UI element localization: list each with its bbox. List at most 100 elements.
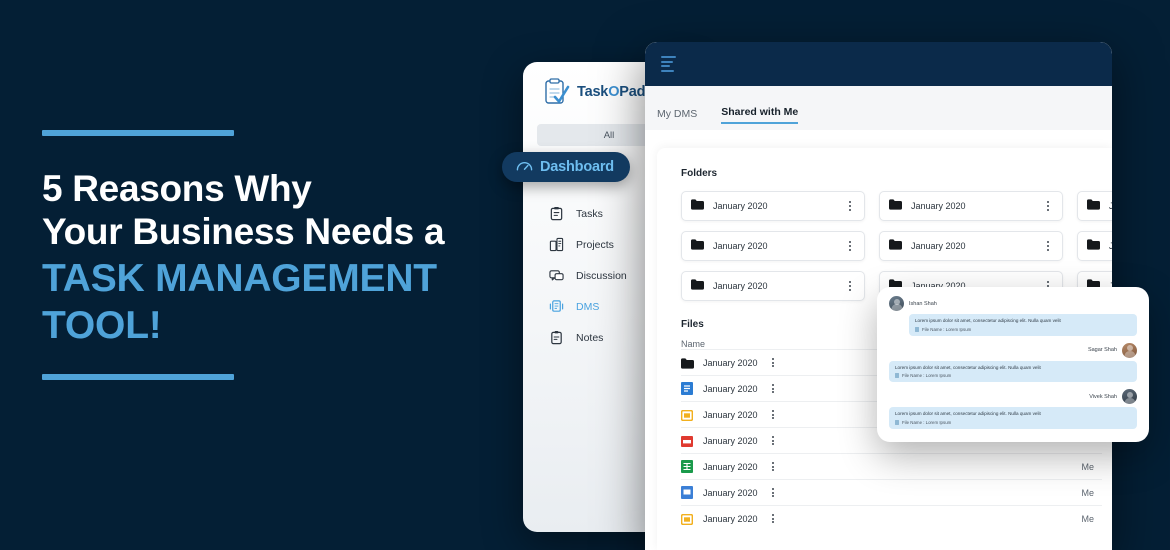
folder-menu-button[interactable]: [845, 241, 855, 251]
file-name: January 2020: [703, 357, 758, 368]
accent-rule-bottom: [42, 374, 234, 381]
chat-message-header: Sagar Shah: [889, 342, 1137, 358]
clipboard-icon: [549, 206, 564, 221]
chat-message-text: Lorem ipsum dolor sit amet, consectetur …: [915, 318, 1061, 323]
file-row[interactable]: January 2020 Me: [681, 453, 1102, 479]
file-menu-button[interactable]: [768, 487, 778, 498]
tab-my-dms[interactable]: My DMS: [657, 108, 697, 124]
logo-name: TaskOPad: [577, 84, 646, 100]
headline-line-1: 5 Reasons Why: [42, 168, 312, 209]
chat-message: Sagar Shah Lorem ipsum dolor sit amet, c…: [889, 342, 1137, 383]
chat-attachment-label: File Name : Lorem Ipsum: [922, 326, 972, 332]
headline-accent-2: TOOL!: [42, 304, 162, 348]
document-icon: [895, 419, 899, 425]
folder-yellow-icon: [680, 408, 694, 422]
folder-icon: [889, 197, 902, 215]
folder-icon: [889, 237, 902, 255]
dashboard-label: Dashboard: [540, 159, 614, 175]
chat-attachment-label: File Name : Lorem Ipsum: [902, 419, 952, 425]
file-name: January 2020: [703, 487, 758, 498]
chat-message-text: Lorem ipsum dolor sit amet, consectetur …: [895, 364, 1041, 370]
folder-icon: [1087, 237, 1100, 255]
chat-bubble: Lorem ipsum dolor sit amet, consectetur …: [889, 407, 1137, 429]
folder-menu-button[interactable]: [845, 281, 855, 291]
avatar-icon: [889, 296, 904, 311]
folder-card[interactable]: January 2020: [879, 191, 1063, 221]
folder-menu-button[interactable]: [1043, 241, 1053, 251]
tab-shared-with-me[interactable]: Shared with Me: [721, 106, 799, 124]
headline-accent-1: TASK MANAGEMENT: [42, 256, 437, 300]
document-icon: [895, 373, 899, 379]
document-icon: [915, 326, 919, 332]
folder-icon: [691, 237, 704, 255]
folder-icon: [1087, 197, 1100, 215]
folder-card[interactable]: January 2020: [681, 271, 865, 301]
avatar-icon: [1122, 342, 1137, 358]
folder-card[interactable]: January 2020: [879, 231, 1063, 261]
sidebar-item-label: Projects: [576, 238, 614, 251]
chat-attachment-label: File Name : Lorem Ipsum: [902, 373, 952, 379]
folder-icon: [691, 197, 704, 215]
file-menu-button[interactable]: [768, 357, 778, 368]
chat-attachment[interactable]: File Name : Lorem Ipsum: [915, 326, 1131, 332]
chat-attachment[interactable]: File Name : Lorem Ipsum: [895, 373, 1131, 379]
folder-name: January 2020: [713, 201, 768, 211]
folder-card[interactable]: January 2020: [1077, 191, 1112, 221]
chat-sender-name: Sagar Shah: [1087, 347, 1117, 354]
chat-message: Vivek Shah Lorem ipsum dolor sit amet, c…: [889, 389, 1137, 429]
file-name: January 2020: [703, 435, 758, 446]
file-menu-button[interactable]: [768, 409, 778, 420]
folder-menu-button[interactable]: [845, 201, 855, 211]
file-name: January 2020: [703, 461, 758, 472]
sidebar-item-label: Discussion: [576, 269, 627, 282]
sidebar-item-label: Tasks: [576, 207, 603, 220]
folder-name: January 2020: [713, 241, 768, 251]
tab-bar: My DMS Shared with Me: [645, 86, 1112, 130]
discussion-icon: [549, 268, 564, 283]
chat-overlay-card: Ishan Shah Lorem ipsum dolor sit amet, c…: [877, 287, 1149, 442]
file-menu-button[interactable]: [768, 435, 778, 446]
promo-text-block: 5 Reasons Why Your Business Needs a TASK…: [42, 130, 522, 381]
avatar-icon: [1122, 389, 1137, 405]
notes-icon: [549, 330, 564, 345]
folders-title: Folders: [681, 168, 718, 179]
chat-bubble: Lorem ipsum dolor sit amet, consectetur …: [889, 360, 1137, 383]
sidebar-item-label: Notes: [576, 331, 604, 344]
presentation-icon: [681, 486, 694, 499]
chat-message: Ishan Shah Lorem ipsum dolor sit amet, c…: [889, 296, 1137, 336]
accent-rule-top: [42, 130, 234, 136]
file-menu-button[interactable]: [768, 513, 778, 524]
file-owner: Me: [1081, 487, 1094, 498]
file-menu-button[interactable]: [768, 383, 778, 394]
chat-message-header: Ishan Shah: [889, 296, 1137, 311]
folder-icon: [681, 356, 694, 369]
file-name: January 2020: [703, 513, 758, 524]
file-menu-button[interactable]: [768, 461, 778, 472]
folder-card[interactable]: January 2020: [681, 191, 865, 221]
folder-card[interactable]: January 2020: [681, 231, 865, 261]
sidebar-item-dashboard[interactable]: Dashboard: [502, 152, 630, 182]
document-icon: [681, 382, 694, 395]
chat-message-header: Vivek Shah: [889, 389, 1137, 405]
dms-icon: [549, 299, 564, 314]
file-row[interactable]: January 2020 Me: [681, 479, 1102, 505]
chat-attachment[interactable]: File Name : Lorem Ipsum: [895, 419, 1131, 425]
file-owner: Me: [1081, 513, 1094, 524]
pdf-icon: [681, 434, 694, 447]
chat-bubble: Lorem ipsum dolor sit amet, consectetur …: [909, 314, 1137, 336]
chat-sender-name: Vivek Shah: [1089, 393, 1117, 400]
folder-name: January 2020: [911, 241, 966, 251]
spreadsheet-icon: [681, 460, 694, 473]
hamburger-menu-icon[interactable]: [661, 56, 676, 72]
file-owner: Me: [1081, 461, 1094, 472]
folder-card[interactable]: January 2020: [1077, 231, 1112, 261]
sidebar-item-label: DMS: [576, 300, 600, 313]
folders-grid: January 2020 January 2020 January 2020 J…: [657, 179, 1112, 301]
file-row[interactable]: January 2020 Me: [680, 505, 1102, 531]
folder-name: January 2020: [1109, 201, 1112, 211]
file-name: January 2020: [703, 409, 758, 420]
chat-message-text: Lorem ipsum dolor sit amet, consectetur …: [895, 411, 1041, 417]
folder-menu-button[interactable]: [1043, 201, 1053, 211]
promo-banner: 5 Reasons Why Your Business Needs a TASK…: [0, 0, 1170, 550]
folder-icon: [691, 277, 704, 295]
